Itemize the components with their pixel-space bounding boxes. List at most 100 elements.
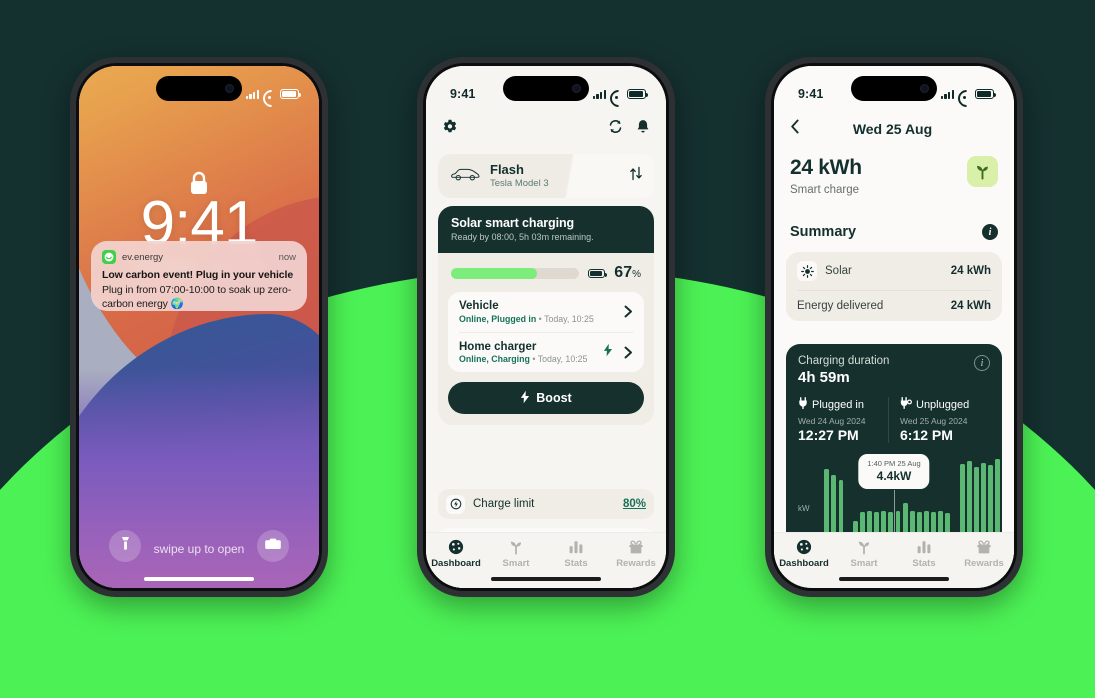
chart-bar[interactable] [995, 458, 1001, 532]
home-indicator[interactable] [491, 577, 601, 581]
charge-limit-label: Charge limit [473, 498, 535, 510]
sprout-icon [856, 539, 872, 555]
bell-icon[interactable] [636, 119, 650, 140]
chevron-left-icon[interactable] [790, 119, 800, 139]
chart-bar[interactable] [874, 512, 880, 532]
status-row-dot: • [538, 313, 542, 324]
progress-fill [451, 267, 537, 279]
bolt-icon [603, 343, 613, 362]
car-icon [449, 165, 481, 187]
wifi-icon [958, 89, 971, 99]
status-row-state: Online, Plugged in [459, 313, 537, 324]
status-row-vehicle[interactable]: Vehicle Online, Plugged in • Today, 10:2… [459, 292, 633, 332]
status-row-home-charger[interactable]: Home charger Online, Charging • Today, 1… [459, 331, 633, 373]
info-icon[interactable]: i [982, 224, 998, 240]
tab-label: Rewards [964, 558, 1004, 569]
status-row-sub: Online, Plugged in • Today, 10:25 [459, 314, 618, 324]
dynamic-island [851, 76, 937, 101]
tab-stats[interactable]: Stats [546, 539, 606, 569]
tab-smart[interactable]: Smart [834, 539, 894, 569]
dynamic-island [156, 76, 242, 101]
chart-bar[interactable] [938, 510, 944, 532]
tab-rewards[interactable]: Rewards [954, 539, 1014, 569]
sprout-icon [508, 539, 524, 555]
swap-icon[interactable] [629, 166, 643, 186]
front-camera-icon [572, 84, 581, 93]
notification-app-name: ev.energy [122, 251, 164, 263]
tab-label: Smart [850, 558, 878, 569]
chart-bar[interactable] [888, 512, 894, 532]
flashlight-button[interactable] [109, 530, 141, 562]
notification-header: ev.energy now [102, 250, 296, 264]
refresh-icon[interactable] [608, 119, 623, 139]
chart-bar[interactable] [838, 480, 844, 532]
chart-bar[interactable] [824, 468, 830, 532]
chart-bar[interactable] [859, 512, 865, 532]
chart-bar[interactable] [852, 521, 858, 532]
hero-subtitle: Smart charge [790, 184, 860, 196]
header-right [608, 119, 650, 140]
duration-value: 4h 59m [798, 369, 850, 386]
chart-bar[interactable] [988, 465, 994, 532]
chart-bar[interactable] [959, 464, 965, 532]
chart-bar[interactable] [981, 462, 986, 532]
chart-bar[interactable] [945, 513, 951, 532]
plugged-in-date: Wed 24 Aug 2024 [798, 416, 866, 426]
chart-bar[interactable] [867, 510, 872, 532]
summary-title: Summary [790, 224, 857, 240]
chart-bar[interactable] [924, 510, 929, 532]
dynamic-island [503, 76, 589, 101]
info-icon[interactable]: i [974, 355, 990, 371]
phone-lock-screen: 9:41 Monday, July 19 ev.energy now [70, 57, 328, 597]
solar-banner: Solar smart charging Ready by 08:00, 5h … [438, 206, 654, 253]
status-row-time: Today, 10:25 [544, 313, 594, 324]
notification-title: Low carbon event! Plug in your vehicle [102, 269, 294, 281]
chart-bar[interactable] [895, 510, 901, 532]
charge-limit-value[interactable]: 80% [623, 498, 646, 510]
y-axis-unit: kW [798, 504, 810, 513]
dashboard-icon [448, 539, 464, 555]
status-row-sub: Online, Charging • Today, 10:25 [459, 354, 597, 364]
vehicle-model: Tesla Model 3 [490, 178, 549, 190]
boost-button[interactable]: Boost [448, 382, 644, 414]
chevron-right-icon[interactable] [624, 346, 633, 359]
status-row-state: Online, Charging [459, 354, 530, 364]
tab-label: Stats [564, 558, 588, 569]
chart-bar[interactable] [916, 512, 922, 532]
nav-bar: Wed 25 Aug [774, 114, 1014, 144]
vehicle-card[interactable]: Flash Tesla Model 3 [438, 154, 654, 198]
chart-bar[interactable] [881, 510, 887, 532]
home-indicator[interactable] [839, 577, 949, 581]
tooltip-value: 4.4kW [876, 469, 912, 483]
battery-progress: 67% [438, 253, 654, 292]
charge-panel: Solar smart charging Ready by 08:00, 5h … [438, 206, 654, 425]
chart-bar[interactable] [902, 502, 908, 532]
gift-icon [628, 539, 644, 555]
camera-button[interactable] [257, 530, 289, 562]
home-indicator[interactable] [144, 577, 254, 581]
hero-summary: 24 kWh Smart charge [790, 156, 998, 196]
solar-banner-subtitle: Ready by 08:00, 5h 03m remaining. [451, 232, 594, 242]
notification-banner[interactable]: ev.energy now Low carbon event! Plug in … [91, 241, 307, 311]
plugged-in-label: Plugged in [812, 398, 864, 411]
plug-icon [798, 397, 808, 412]
chart-bar[interactable] [931, 512, 937, 532]
gear-icon[interactable] [442, 119, 458, 140]
chart-bar[interactable] [831, 474, 837, 532]
unplug-icon [900, 397, 912, 412]
tab-dashboard[interactable]: Dashboard [774, 539, 834, 569]
poster-background: 9:41 Monday, July 19 ev.energy now [0, 0, 1095, 698]
chart-bar[interactable] [966, 461, 972, 532]
plugged-in-time: 12:27 PM [798, 427, 859, 443]
tab-dashboard[interactable]: Dashboard [426, 539, 486, 569]
tab-stats[interactable]: Stats [894, 539, 954, 569]
flashlight-icon [121, 536, 130, 556]
tab-rewards[interactable]: Rewards [606, 539, 666, 569]
chart-bar[interactable] [909, 510, 915, 532]
vehicle-name: Flash [490, 161, 524, 177]
wifi-icon [610, 89, 623, 99]
chart-bar[interactable] [973, 466, 979, 532]
chevron-right-icon[interactable] [624, 305, 633, 318]
charge-limit-card[interactable]: Charge limit 80% [438, 489, 654, 519]
tab-smart[interactable]: Smart [486, 539, 546, 569]
